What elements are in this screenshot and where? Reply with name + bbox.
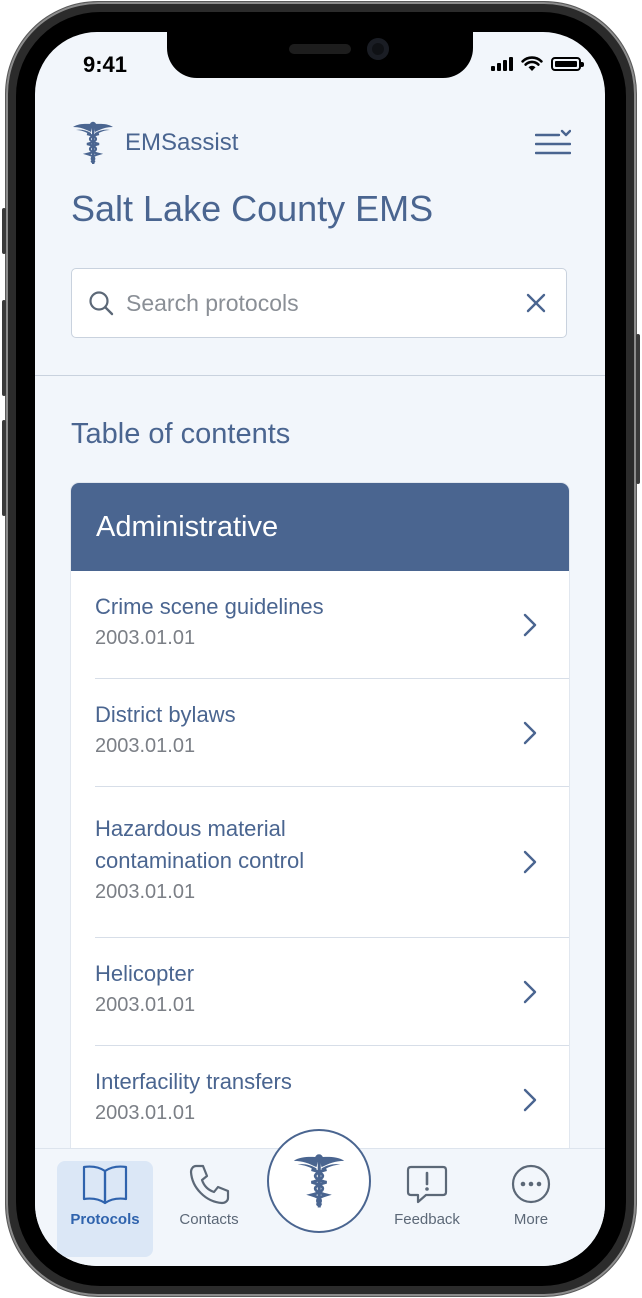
protocol-code: 2003.01.01: [95, 994, 196, 1016]
caduceus-icon: [293, 1154, 345, 1208]
protocol-code: 2003.01.01: [95, 627, 196, 649]
wifi-icon: [521, 56, 543, 71]
protocol-row[interactable]: District bylaws 2003.01.01: [95, 679, 569, 787]
protocol-title: Crime scene guidelines: [95, 594, 324, 619]
chevron-right-icon: [523, 721, 537, 744]
section-header[interactable]: Administrative: [71, 483, 569, 571]
front-camera: [367, 38, 389, 60]
more-icon: [511, 1164, 551, 1204]
volume-down-button: [2, 420, 6, 516]
phone-icon: [189, 1164, 230, 1205]
protocol-row[interactable]: Helicopter 2003.01.01: [95, 938, 569, 1046]
protocol-title: Helicopter: [95, 961, 195, 986]
tab-protocols[interactable]: Protocols: [57, 1161, 153, 1257]
protocol-title: Interfacility transfers: [95, 1069, 292, 1094]
status-time: 9:41: [83, 52, 128, 77]
phone-frame: 9:41 EMSassist Salt Lake County EMS Sear…: [0, 0, 642, 1298]
cellular-signal-icon: [491, 57, 513, 71]
tab-contacts[interactable]: Contacts: [161, 1161, 257, 1257]
battery-icon: [551, 57, 584, 71]
caduceus-icon: [73, 121, 113, 164]
tab-label: Contacts: [179, 1211, 239, 1228]
app-screen: 9:41 EMSassist Salt Lake County EMS Sear…: [35, 32, 605, 1266]
protocol-title: District bylaws: [95, 702, 236, 727]
page-title: Salt Lake County EMS: [71, 188, 434, 229]
power-button: [636, 334, 640, 484]
bottom-tab-bar: Protocols Contacts Feedback More: [35, 1129, 605, 1266]
protocol-title: Hazardous material contamination control: [95, 816, 305, 873]
tab-label: More: [513, 1211, 549, 1228]
mute-switch: [2, 208, 6, 254]
protocol-code: 2003.01.01: [95, 881, 196, 903]
app-logo: EMSassist: [71, 120, 238, 166]
search-icon: [89, 291, 114, 316]
clear-search-icon[interactable]: [524, 291, 548, 315]
protocol-code: 2003.01.01: [95, 735, 196, 757]
chevron-right-icon: [523, 1088, 537, 1111]
search-input[interactable]: [124, 288, 524, 318]
speaker-grille: [289, 44, 351, 54]
chevron-right-icon: [523, 980, 537, 1003]
protocol-code: 2003.01.01: [95, 1102, 196, 1124]
book-icon: [82, 1165, 128, 1205]
protocol-row[interactable]: Hazardous material contamination control…: [95, 787, 569, 938]
tab-label: Protocols: [70, 1211, 140, 1228]
menu-icon: [534, 129, 572, 155]
search-box: [71, 268, 567, 338]
header-divider: [35, 375, 605, 376]
volume-up-button: [2, 300, 6, 396]
menu-button[interactable]: [534, 128, 572, 158]
caduceus-home-button[interactable]: [267, 1129, 371, 1233]
chevron-right-icon: [523, 850, 537, 874]
toc-heading: Table of contents: [71, 418, 291, 450]
tab-feedback[interactable]: Feedback: [379, 1161, 475, 1257]
toc-section-card: Administrative Crime scene guidelines 20…: [71, 483, 569, 1183]
protocol-row[interactable]: Crime scene guidelines 2003.01.01: [95, 571, 569, 679]
chevron-right-icon: [523, 613, 537, 636]
status-icons: [491, 56, 584, 72]
tab-label: Feedback: [394, 1211, 460, 1228]
feedback-icon: [406, 1165, 448, 1204]
notch: [167, 32, 473, 78]
app-name: EMSassist: [125, 129, 239, 156]
tab-more[interactable]: More: [483, 1161, 579, 1257]
